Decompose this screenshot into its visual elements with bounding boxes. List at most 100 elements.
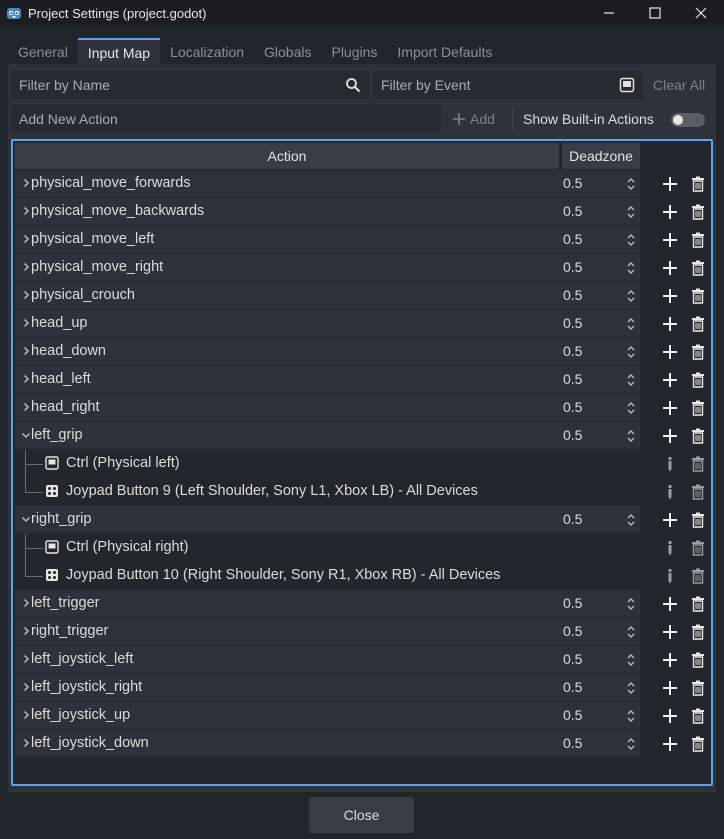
add-event-icon[interactable] bbox=[662, 372, 678, 388]
tab-globals[interactable]: Globals bbox=[254, 38, 321, 65]
action-row[interactable]: left_joystick_right 0.5 bbox=[15, 674, 709, 702]
trash-icon[interactable] bbox=[690, 624, 706, 640]
spinner-arrows-icon[interactable] bbox=[626, 261, 636, 275]
action-row[interactable]: head_right 0.5 bbox=[15, 394, 709, 422]
spinner-arrows-icon[interactable] bbox=[626, 205, 636, 219]
add-new-action-input[interactable]: Add New Action bbox=[11, 105, 441, 133]
spinner-arrows-icon[interactable] bbox=[626, 317, 636, 331]
action-row[interactable]: head_down 0.5 bbox=[15, 338, 709, 366]
action-row[interactable]: left_grip 0.5 bbox=[15, 422, 709, 450]
close-window-button[interactable] bbox=[678, 0, 724, 26]
filter-by-name-input[interactable]: Filter by Name bbox=[11, 71, 369, 99]
trash-icon[interactable] bbox=[690, 484, 706, 500]
deadzone-value[interactable]: 0.5 bbox=[563, 506, 582, 533]
add-event-icon[interactable] bbox=[662, 512, 678, 528]
add-event-icon[interactable] bbox=[662, 176, 678, 192]
deadzone-value[interactable]: 0.5 bbox=[563, 254, 582, 281]
trash-icon[interactable] bbox=[690, 232, 706, 248]
trash-icon[interactable] bbox=[690, 568, 706, 584]
trash-icon[interactable] bbox=[690, 596, 706, 612]
spinner-arrows-icon[interactable] bbox=[626, 709, 636, 723]
action-row[interactable]: physical_move_forwards 0.5 bbox=[15, 170, 709, 198]
tab-general[interactable]: General bbox=[8, 38, 78, 65]
deadzone-value[interactable]: 0.5 bbox=[563, 422, 582, 449]
action-row[interactable]: left_joystick_down 0.5 bbox=[15, 730, 709, 758]
deadzone-value[interactable]: 0.5 bbox=[563, 198, 582, 225]
edit-pencil-icon[interactable] bbox=[666, 484, 674, 500]
deadzone-value[interactable]: 0.5 bbox=[563, 646, 582, 673]
action-row[interactable]: left_joystick_left 0.5 bbox=[15, 646, 709, 674]
deadzone-value[interactable]: 0.5 bbox=[563, 730, 582, 757]
clear-all-button[interactable]: Clear All bbox=[653, 71, 705, 99]
deadzone-value[interactable]: 0.5 bbox=[563, 310, 582, 337]
trash-icon[interactable] bbox=[690, 512, 706, 528]
trash-icon[interactable] bbox=[690, 456, 706, 472]
spinner-arrows-icon[interactable] bbox=[626, 737, 636, 751]
spinner-arrows-icon[interactable] bbox=[626, 289, 636, 303]
spinner-arrows-icon[interactable] bbox=[626, 345, 636, 359]
add-event-icon[interactable] bbox=[662, 736, 678, 752]
spinner-arrows-icon[interactable] bbox=[626, 233, 636, 247]
filter-by-event-input[interactable]: Filter by Event bbox=[373, 71, 643, 99]
spinner-arrows-icon[interactable] bbox=[626, 373, 636, 387]
deadzone-value[interactable]: 0.5 bbox=[563, 282, 582, 309]
deadzone-value[interactable]: 0.5 bbox=[563, 170, 582, 197]
spinner-arrows-icon[interactable] bbox=[626, 653, 636, 667]
maximize-button[interactable] bbox=[632, 0, 678, 26]
spinner-arrows-icon[interactable] bbox=[626, 625, 636, 639]
trash-icon[interactable] bbox=[690, 176, 706, 192]
add-event-icon[interactable] bbox=[662, 232, 678, 248]
spinner-arrows-icon[interactable] bbox=[626, 429, 636, 443]
input-actions-tree[interactable]: Action Deadzone physical_move_forwards 0.… bbox=[11, 139, 713, 786]
spinner-arrows-icon[interactable] bbox=[626, 681, 636, 695]
action-row[interactable]: right_grip 0.5 bbox=[15, 506, 709, 534]
action-row[interactable]: physical_crouch 0.5 bbox=[15, 282, 709, 310]
trash-icon[interactable] bbox=[690, 540, 706, 556]
minimize-button[interactable] bbox=[586, 0, 632, 26]
edit-pencil-icon[interactable] bbox=[666, 568, 674, 584]
trash-icon[interactable] bbox=[690, 372, 706, 388]
action-row[interactable]: left_trigger 0.5 bbox=[15, 590, 709, 618]
event-row[interactable]: Ctrl (Physical right) bbox=[15, 534, 709, 562]
trash-icon[interactable] bbox=[690, 204, 706, 220]
trash-icon[interactable] bbox=[690, 288, 706, 304]
spinner-arrows-icon[interactable] bbox=[626, 597, 636, 611]
event-row[interactable]: Joypad Button 9 (Left Shoulder, Sony L1,… bbox=[15, 478, 709, 506]
deadzone-value[interactable]: 0.5 bbox=[563, 618, 582, 645]
add-event-icon[interactable] bbox=[662, 344, 678, 360]
trash-icon[interactable] bbox=[690, 260, 706, 276]
tab-import-defaults[interactable]: Import Defaults bbox=[387, 38, 502, 65]
tab-input-map[interactable]: Input Map bbox=[77, 38, 161, 65]
add-event-icon[interactable] bbox=[662, 708, 678, 724]
add-action-button[interactable]: Add bbox=[452, 105, 495, 133]
add-event-icon[interactable] bbox=[662, 428, 678, 444]
trash-icon[interactable] bbox=[690, 680, 706, 696]
action-row[interactable]: head_left 0.5 bbox=[15, 366, 709, 394]
add-event-icon[interactable] bbox=[662, 288, 678, 304]
trash-icon[interactable] bbox=[690, 316, 706, 332]
action-row[interactable]: head_up 0.5 bbox=[15, 310, 709, 338]
deadzone-value[interactable]: 0.5 bbox=[563, 394, 582, 421]
tab-plugins[interactable]: Plugins bbox=[321, 38, 387, 65]
deadzone-value[interactable]: 0.5 bbox=[563, 702, 582, 729]
close-button[interactable]: Close bbox=[309, 797, 414, 833]
deadzone-value[interactable]: 0.5 bbox=[563, 226, 582, 253]
action-row[interactable]: left_joystick_up 0.5 bbox=[15, 702, 709, 730]
add-event-icon[interactable] bbox=[662, 316, 678, 332]
deadzone-value[interactable]: 0.5 bbox=[563, 674, 582, 701]
trash-icon[interactable] bbox=[690, 736, 706, 752]
trash-icon[interactable] bbox=[690, 344, 706, 360]
action-row[interactable]: physical_move_left 0.5 bbox=[15, 226, 709, 254]
add-event-icon[interactable] bbox=[662, 624, 678, 640]
spinner-arrows-icon[interactable] bbox=[626, 513, 636, 527]
tab-localization[interactable]: Localization bbox=[160, 38, 254, 65]
deadzone-value[interactable]: 0.5 bbox=[563, 366, 582, 393]
column-header-deadzone[interactable]: Deadzone bbox=[562, 143, 640, 169]
edit-pencil-icon[interactable] bbox=[666, 540, 674, 556]
event-row[interactable]: Joypad Button 10 (Right Shoulder, Sony R… bbox=[15, 562, 709, 590]
add-event-icon[interactable] bbox=[662, 596, 678, 612]
keyboard-event-icon[interactable] bbox=[619, 77, 635, 93]
show-builtin-actions-toggle[interactable] bbox=[671, 113, 705, 127]
add-event-icon[interactable] bbox=[662, 204, 678, 220]
action-row[interactable]: physical_move_backwards 0.5 bbox=[15, 198, 709, 226]
